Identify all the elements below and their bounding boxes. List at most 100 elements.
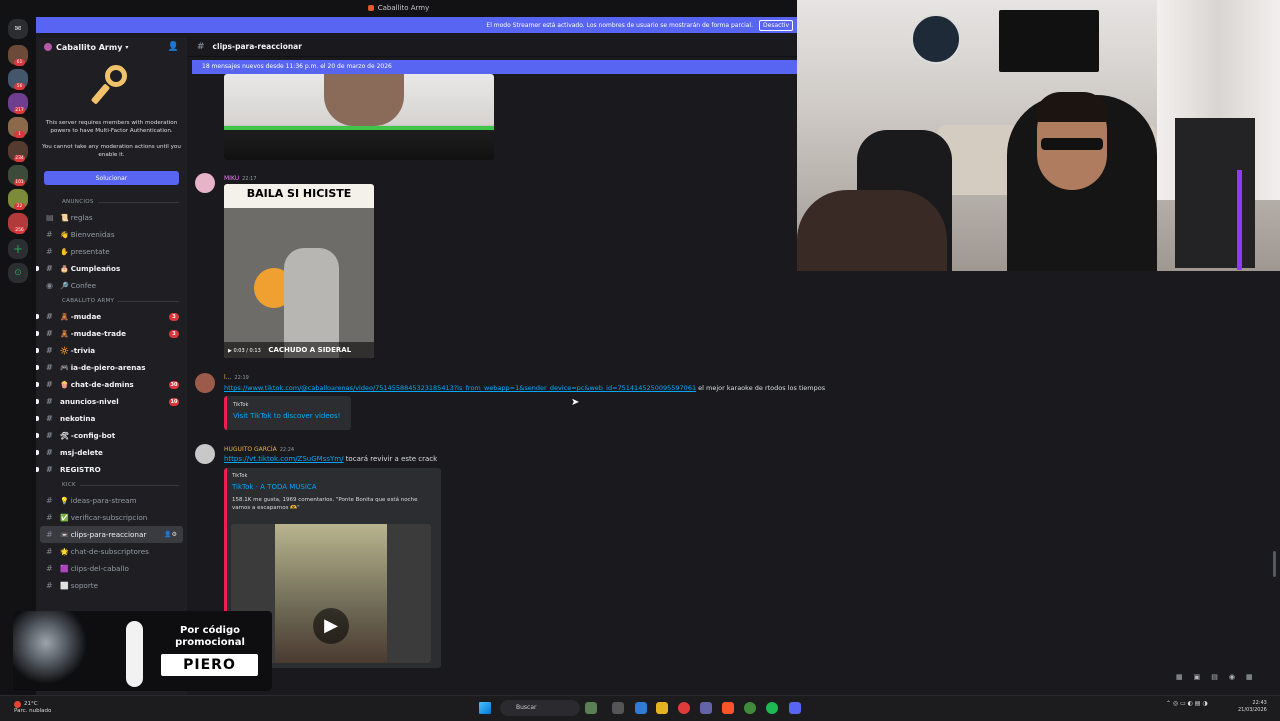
system-tray-icons[interactable]: ⌃ ◎ ▭ ◐ ▤ ◑ <box>1166 700 1208 707</box>
unread-badge: 1 <box>14 131 25 138</box>
promo-overlay: Por código promocional PIERO <box>13 611 272 691</box>
video-controls[interactable]: ▶ 0:03 / 0:13 CACHUDO A SIDERAL <box>224 342 374 358</box>
message-text: tocará revivir a este crack <box>345 455 438 463</box>
username[interactable]: l... <box>224 374 231 381</box>
streamer-mode-banner: El modo Streamer está activado. Los nomb… <box>36 17 797 33</box>
add-server-icon[interactable]: + <box>8 239 28 259</box>
streamer-mode-text: El modo Streamer está activado. Los nomb… <box>486 21 754 29</box>
mention-badge: 30 <box>169 380 179 389</box>
message-link[interactable]: https://vt.tiktok.com/ZSuGMssYm/ <box>224 455 343 463</box>
channel-item[interactable]: # 🎮 ia-de-piero-arenas <box>36 359 187 376</box>
server-avatar-icon <box>44 43 52 51</box>
file-explorer-icon[interactable] <box>656 702 668 714</box>
channel-label: chat-de-admins <box>70 380 134 389</box>
avatar[interactable] <box>195 173 215 193</box>
direct-messages-icon[interactable]: ✉ <box>8 19 28 39</box>
weather-icon <box>14 701 21 708</box>
hash-icon: # <box>46 247 53 256</box>
channel-label: reglas <box>70 213 93 222</box>
channel-emoji: 👋 <box>60 230 69 239</box>
hash-icon: # <box>46 329 53 338</box>
window-titlebar: Caballito Army <box>0 0 797 17</box>
category-label: Caballito Army <box>62 298 115 304</box>
edge-icon[interactable] <box>635 702 647 714</box>
video-thumbnail[interactable] <box>224 74 494 160</box>
channel-item[interactable]: # 👋 Bienvenidas <box>36 226 187 243</box>
spotify-icon[interactable] <box>766 702 778 714</box>
gif-attachment[interactable]: BAILA SI HICISTE ▶ 0:03 / 0:13 CACHUDO A… <box>224 184 374 358</box>
mention-badge: 10 <box>169 397 179 406</box>
message-link[interactable]: https://www.tiktok.com/@caballoarenas/vi… <box>224 384 696 392</box>
channel-item[interactable]: # REGISTRO <box>36 461 187 478</box>
promo-code: PIERO <box>161 654 258 676</box>
taskbar-search[interactable]: Buscar <box>500 700 580 716</box>
category-header[interactable]: Caballito Army <box>36 294 187 308</box>
channel-label: Bienvenidas <box>70 230 115 239</box>
channel-item[interactable]: # ⬜ soporte <box>36 577 187 594</box>
channel-item[interactable]: # 🌟 chat-de-subscriptores <box>36 543 187 560</box>
play-icon[interactable]: ▶ <box>313 608 349 644</box>
weather-widget[interactable]: 21°C Parc. nublado <box>14 701 51 715</box>
channel-emoji: ✅ <box>60 513 69 522</box>
server-header[interactable]: Caballito Army ▾ 👤 <box>36 37 187 57</box>
teams-icon[interactable] <box>700 702 712 714</box>
overlay-toolbar-icons[interactable]: ▦▣▤◉▦ <box>1176 673 1264 681</box>
new-messages-bar[interactable]: 18 mensajes nuevos desde 11:36 p.m. el 2… <box>192 60 797 74</box>
username[interactable]: HUGUITO GARCÍA <box>224 446 277 453</box>
weather-desc: Parc. nublado <box>14 708 52 714</box>
channel-item[interactable]: # 🧸 -mudae 3 <box>36 308 187 325</box>
mfa-notice-2: You cannot take any moderation actions u… <box>42 144 181 158</box>
channel-item[interactable]: # ✋ presentate <box>36 243 187 260</box>
channel-label: msj-delete <box>60 448 103 457</box>
taskbar-clock[interactable]: 22:43 21/03/2026 <box>1238 700 1267 714</box>
channel-item[interactable]: # 🎂 Cumpleaños <box>36 260 187 277</box>
channel-emoji: 🎮 <box>60 363 69 372</box>
username[interactable]: MIKU <box>224 175 239 182</box>
task-view-icon[interactable] <box>612 702 624 714</box>
message-content: https://www.tiktok.com/@caballoarenas/vi… <box>224 384 825 392</box>
channel-item[interactable]: # 🔆 -trivia <box>36 342 187 359</box>
category-label: Kick <box>62 482 76 488</box>
solve-button[interactable]: Solucionar <box>44 171 179 185</box>
channel-item-selected[interactable]: # 📼 clips-para-reaccionar 👤⚙ <box>40 526 183 543</box>
channel-label: -trivia <box>70 346 96 355</box>
discover-icon[interactable]: ⊙ <box>8 263 28 283</box>
avatar[interactable] <box>195 444 215 464</box>
channel-emoji: 📜 <box>60 213 69 222</box>
avatar[interactable] <box>195 373 215 393</box>
channel-settings-icon[interactable]: 👤⚙ <box>164 531 177 538</box>
invite-icon[interactable]: 👤 <box>168 42 179 52</box>
channel-item[interactable]: # 🟪 clips-del-caballo <box>36 560 187 577</box>
channel-item[interactable]: # ✅ verificar-subscripcion <box>36 509 187 526</box>
category-header[interactable]: Anuncios <box>36 195 187 209</box>
app-icon[interactable] <box>585 702 597 714</box>
disable-streamer-button[interactable]: Desactiv <box>759 19 793 31</box>
hash-icon: # <box>46 581 53 590</box>
channel-item[interactable]: # 🛠 -config-bot <box>36 427 187 444</box>
channel-emoji: 💡 <box>60 496 69 505</box>
channel-emoji: 🟪 <box>60 564 69 573</box>
channel-emoji: 🎂 <box>60 264 69 273</box>
embed-title[interactable]: Visit TikTok to discover videos! <box>233 412 351 420</box>
channel-item[interactable]: ◉ 🔎 Confee <box>36 277 187 294</box>
brave-icon[interactable] <box>722 702 734 714</box>
scrollbar[interactable] <box>1273 551 1276 577</box>
channel-item[interactable]: # 💡 ideas-para-stream <box>36 492 187 509</box>
category-header[interactable]: Kick <box>36 478 187 492</box>
channel-item[interactable]: # msj-delete <box>36 444 187 461</box>
app-icon[interactable] <box>678 702 690 714</box>
channel-item[interactable]: # nekotina <box>36 410 187 427</box>
start-icon[interactable] <box>479 702 491 714</box>
channel-item[interactable]: # 🧸 -mudae-trade 3 <box>36 325 187 342</box>
chevron-down-icon: ▾ <box>125 43 129 51</box>
channel-label: clips-del-caballo <box>70 564 129 573</box>
channel-item[interactable]: # 🍿 chat-de-admins 30 <box>36 376 187 393</box>
discord-icon[interactable] <box>789 702 801 714</box>
server-name: Caballito Army <box>56 42 123 52</box>
channel-emoji: 🍿 <box>60 380 69 389</box>
channel-label: -mudae <box>70 312 102 321</box>
embed-title[interactable]: TikTok · A TODA MUSICA <box>232 483 441 491</box>
channel-item[interactable]: ▤ 📜 reglas <box>36 209 187 226</box>
channel-item[interactable]: # anuncios-nivel 10 <box>36 393 187 410</box>
chrome-icon[interactable] <box>744 702 756 714</box>
